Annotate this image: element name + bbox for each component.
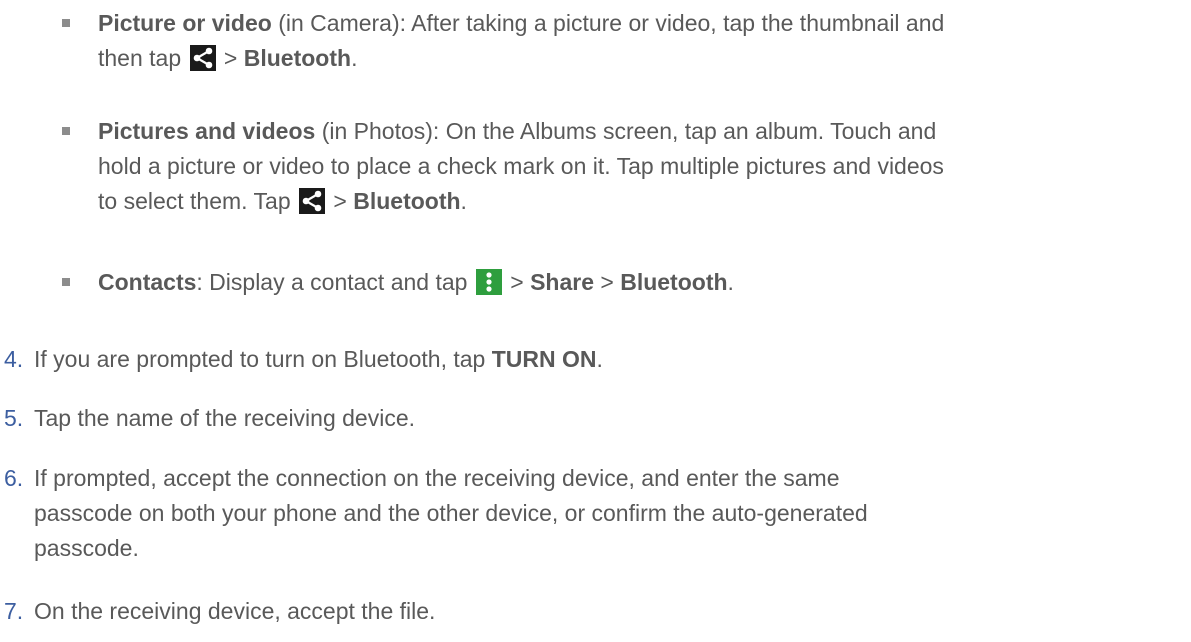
step-number: 5. <box>4 405 24 431</box>
share-icon <box>189 45 216 71</box>
step-number: 6. <box>4 465 24 491</box>
step-text: On the receiving device, accept the file… <box>34 598 436 624</box>
step-text: If prompted, accept the connection on th… <box>34 465 868 561</box>
step-text: If you are prompted to turn on Bluetooth… <box>34 346 603 372</box>
bullet-title: Picture or video <box>98 10 272 36</box>
bullet-text: Picture or video (in Camera): After taki… <box>98 10 945 71</box>
share-icon <box>299 188 326 214</box>
step-number: 4. <box>4 346 24 372</box>
bullet-text: Contacts: Display a contact and tap > Sh… <box>98 269 734 295</box>
bullet-marker <box>62 127 70 135</box>
bullet-title: Contacts <box>98 269 197 295</box>
step-number: 7. <box>4 598 24 624</box>
bullet-marker <box>62 19 70 27</box>
step-text: Tap the name of the receiving device. <box>34 405 416 431</box>
bullet-marker <box>62 278 70 286</box>
bullet-text: Pictures and videos (in Photos): On the … <box>98 118 944 214</box>
bullet-title: Pictures and videos <box>98 118 316 144</box>
more-options-icon <box>475 269 502 295</box>
document-page: Picture or video (in Camera): After taki… <box>0 0 1191 642</box>
